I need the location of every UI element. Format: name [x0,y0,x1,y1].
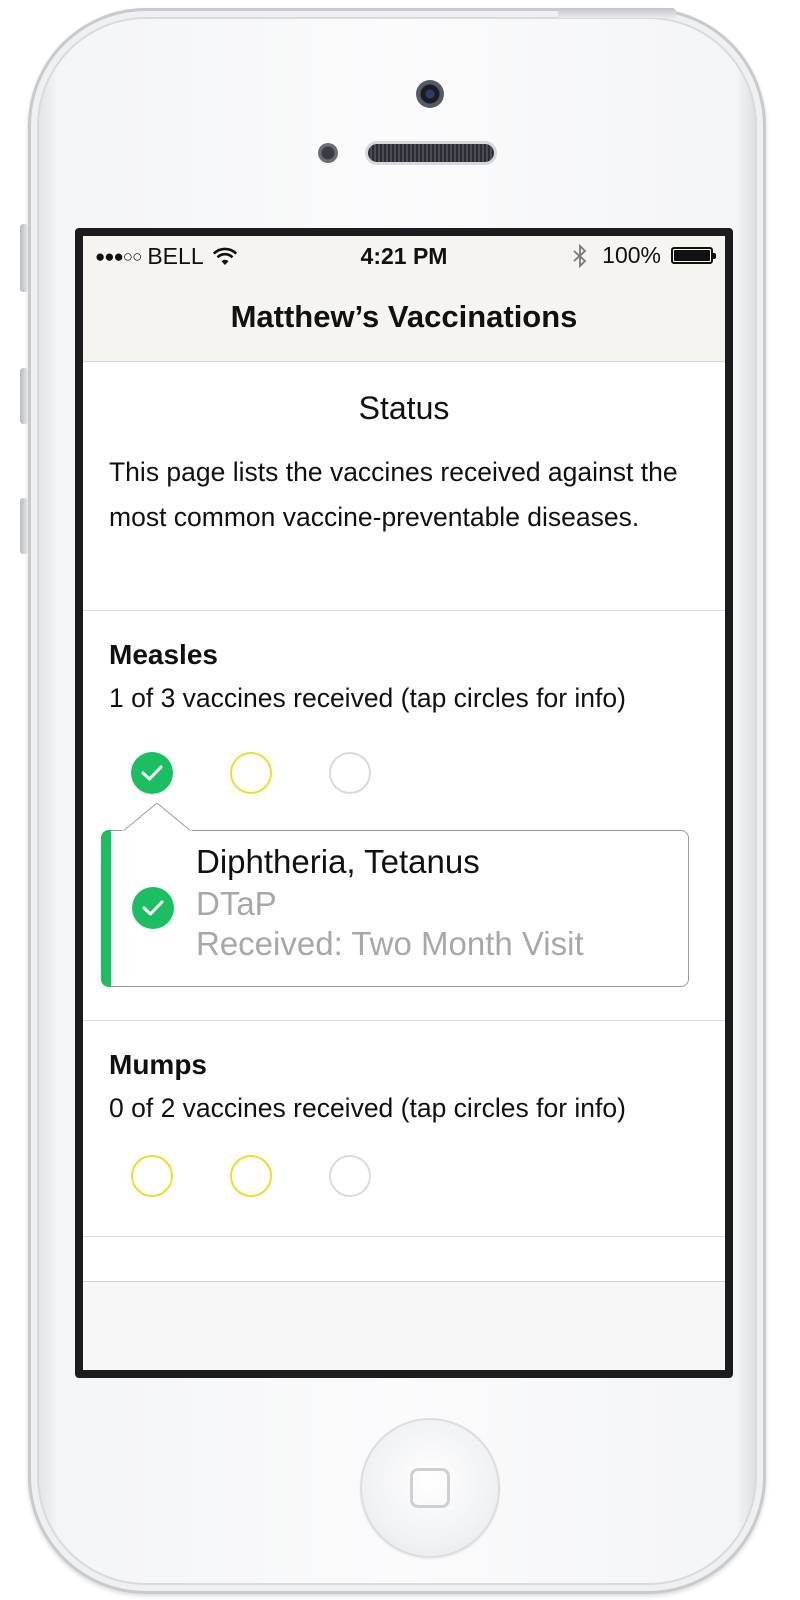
page-title: Matthew’s Vaccinations [230,299,578,334]
battery-level-fill [674,250,710,261]
screen-bezel: ●●●○○ BELL 4:21 PM 100% Matthew’s Vaccin… [75,228,733,1378]
battery-icon [671,247,716,264]
received-check-icon [132,887,174,929]
checkmark-icon [142,900,164,916]
checkmark-icon [141,765,163,781]
status-heading: Status [358,390,450,426]
status-bar: ●●●○○ BELL 4:21 PM 100% [83,236,725,276]
status-description: This page lists the vaccines received ag… [109,457,678,532]
navigation-bar: Matthew’s Vaccinations [83,276,725,362]
popover-arrow [122,803,192,832]
home-square-icon [410,1468,450,1508]
received-status-bar [101,830,111,987]
section-title-mumps: Mumps [109,1049,207,1080]
home-button[interactable] [360,1418,500,1558]
status-intro: Status This page lists the vaccines rece… [83,362,725,611]
earpiece-speaker [368,144,494,162]
proximity-sensor [318,143,338,163]
power-button [558,8,676,18]
measles-section: Measles 1 of 3 vaccines received (tap ci… [83,611,725,1021]
dose-circle-pending[interactable] [131,1155,173,1197]
vaccine-name: Diphtheria, Tetanus [196,843,480,880]
bluetooth-icon [573,243,587,268]
dose-circle-pending[interactable] [230,1155,272,1197]
vaccine-code: DTaP [196,885,277,922]
mute-switch [20,224,28,292]
bottom-toolbar [83,1281,725,1370]
dose-circle-received[interactable] [131,752,173,794]
mumps-section: Mumps 0 of 2 vaccines received (tap circ… [83,1021,725,1237]
battery-tip [713,253,716,259]
app-screen: ●●●○○ BELL 4:21 PM 100% Matthew’s Vaccin… [83,236,725,1370]
section-title-measles: Measles [109,639,218,670]
vaccine-received-date: Received: Two Month Visit [196,925,584,962]
dose-circle-pending[interactable] [230,752,272,794]
section-subtitle-measles: 1 of 3 vaccines received (tap circles fo… [109,683,626,713]
dose-circle-empty[interactable] [329,1155,371,1197]
section-subtitle-mumps: 0 of 2 vaccines received (tap circles fo… [109,1093,626,1123]
vaccine-info-popover[interactable]: Diphtheria, Tetanus DTaP Received: Two M… [101,803,689,987]
front-camera [416,80,444,108]
dose-circle-empty[interactable] [329,752,371,794]
volume-up-button [20,368,28,424]
volume-down-button [20,498,28,554]
battery-percentage: 100% [602,242,661,268]
